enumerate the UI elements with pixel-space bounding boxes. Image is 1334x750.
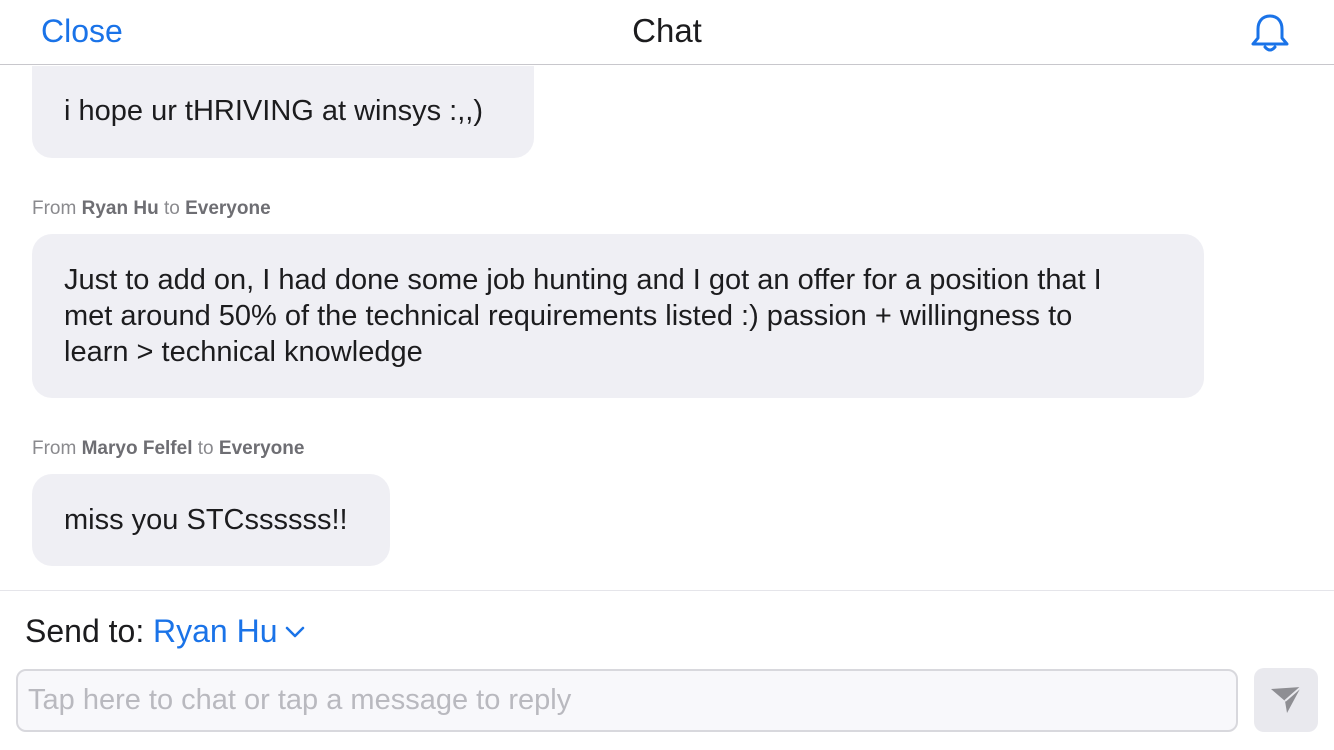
send-icon — [1271, 686, 1302, 713]
from-prefix: From — [32, 198, 77, 219]
recipient-name: Everyone — [218, 438, 305, 459]
header-bar: Close Chat — [0, 0, 1334, 65]
message-meta: From Maryo Felfel to Everyone — [32, 437, 304, 461]
chevron-down-icon[interactable] — [284, 622, 306, 642]
send-to-label: Send to: — [25, 613, 145, 649]
composer: Send to: Ryan Hu — [0, 590, 1334, 750]
message-text: i hope ur tHRIVING at winsys :,,) — [64, 95, 484, 127]
from-prefix: From — [32, 438, 77, 459]
message-text: miss you STCssssss!! — [64, 504, 348, 536]
chat-input[interactable] — [16, 669, 1238, 732]
sender-name: Ryan Hu — [81, 198, 159, 219]
page-title: Chat — [632, 12, 702, 49]
chat-screen: Close Chat i hope ur tHRIVING at winsys … — [0, 0, 1334, 750]
message-list[interactable]: i hope ur tHRIVING at winsys :,,) From R… — [0, 66, 1334, 590]
sender-name: Maryo Felfel — [81, 438, 193, 459]
message-line: learn > technical knowledge — [64, 336, 423, 368]
message-bubble[interactable]: miss you STCssssss!! — [32, 474, 390, 566]
message-bubble[interactable]: i hope ur tHRIVING at winsys :,,) — [32, 66, 534, 158]
recipient-name: Everyone — [185, 198, 271, 219]
to-word: to — [197, 438, 214, 459]
send-button[interactable] — [1254, 668, 1318, 732]
to-word: to — [163, 198, 180, 219]
message-bubble[interactable]: Just to add on, I had done some job hunt… — [32, 234, 1204, 398]
bell-icon[interactable] — [1250, 12, 1290, 54]
message-line: Just to add on, I had done some job hunt… — [64, 264, 1102, 296]
message-meta: From Ryan Hu to Everyone — [32, 197, 271, 221]
recipient-selector[interactable]: Ryan Hu — [153, 612, 278, 650]
message-line: met around 50% of the technical requirem… — [64, 300, 1073, 332]
